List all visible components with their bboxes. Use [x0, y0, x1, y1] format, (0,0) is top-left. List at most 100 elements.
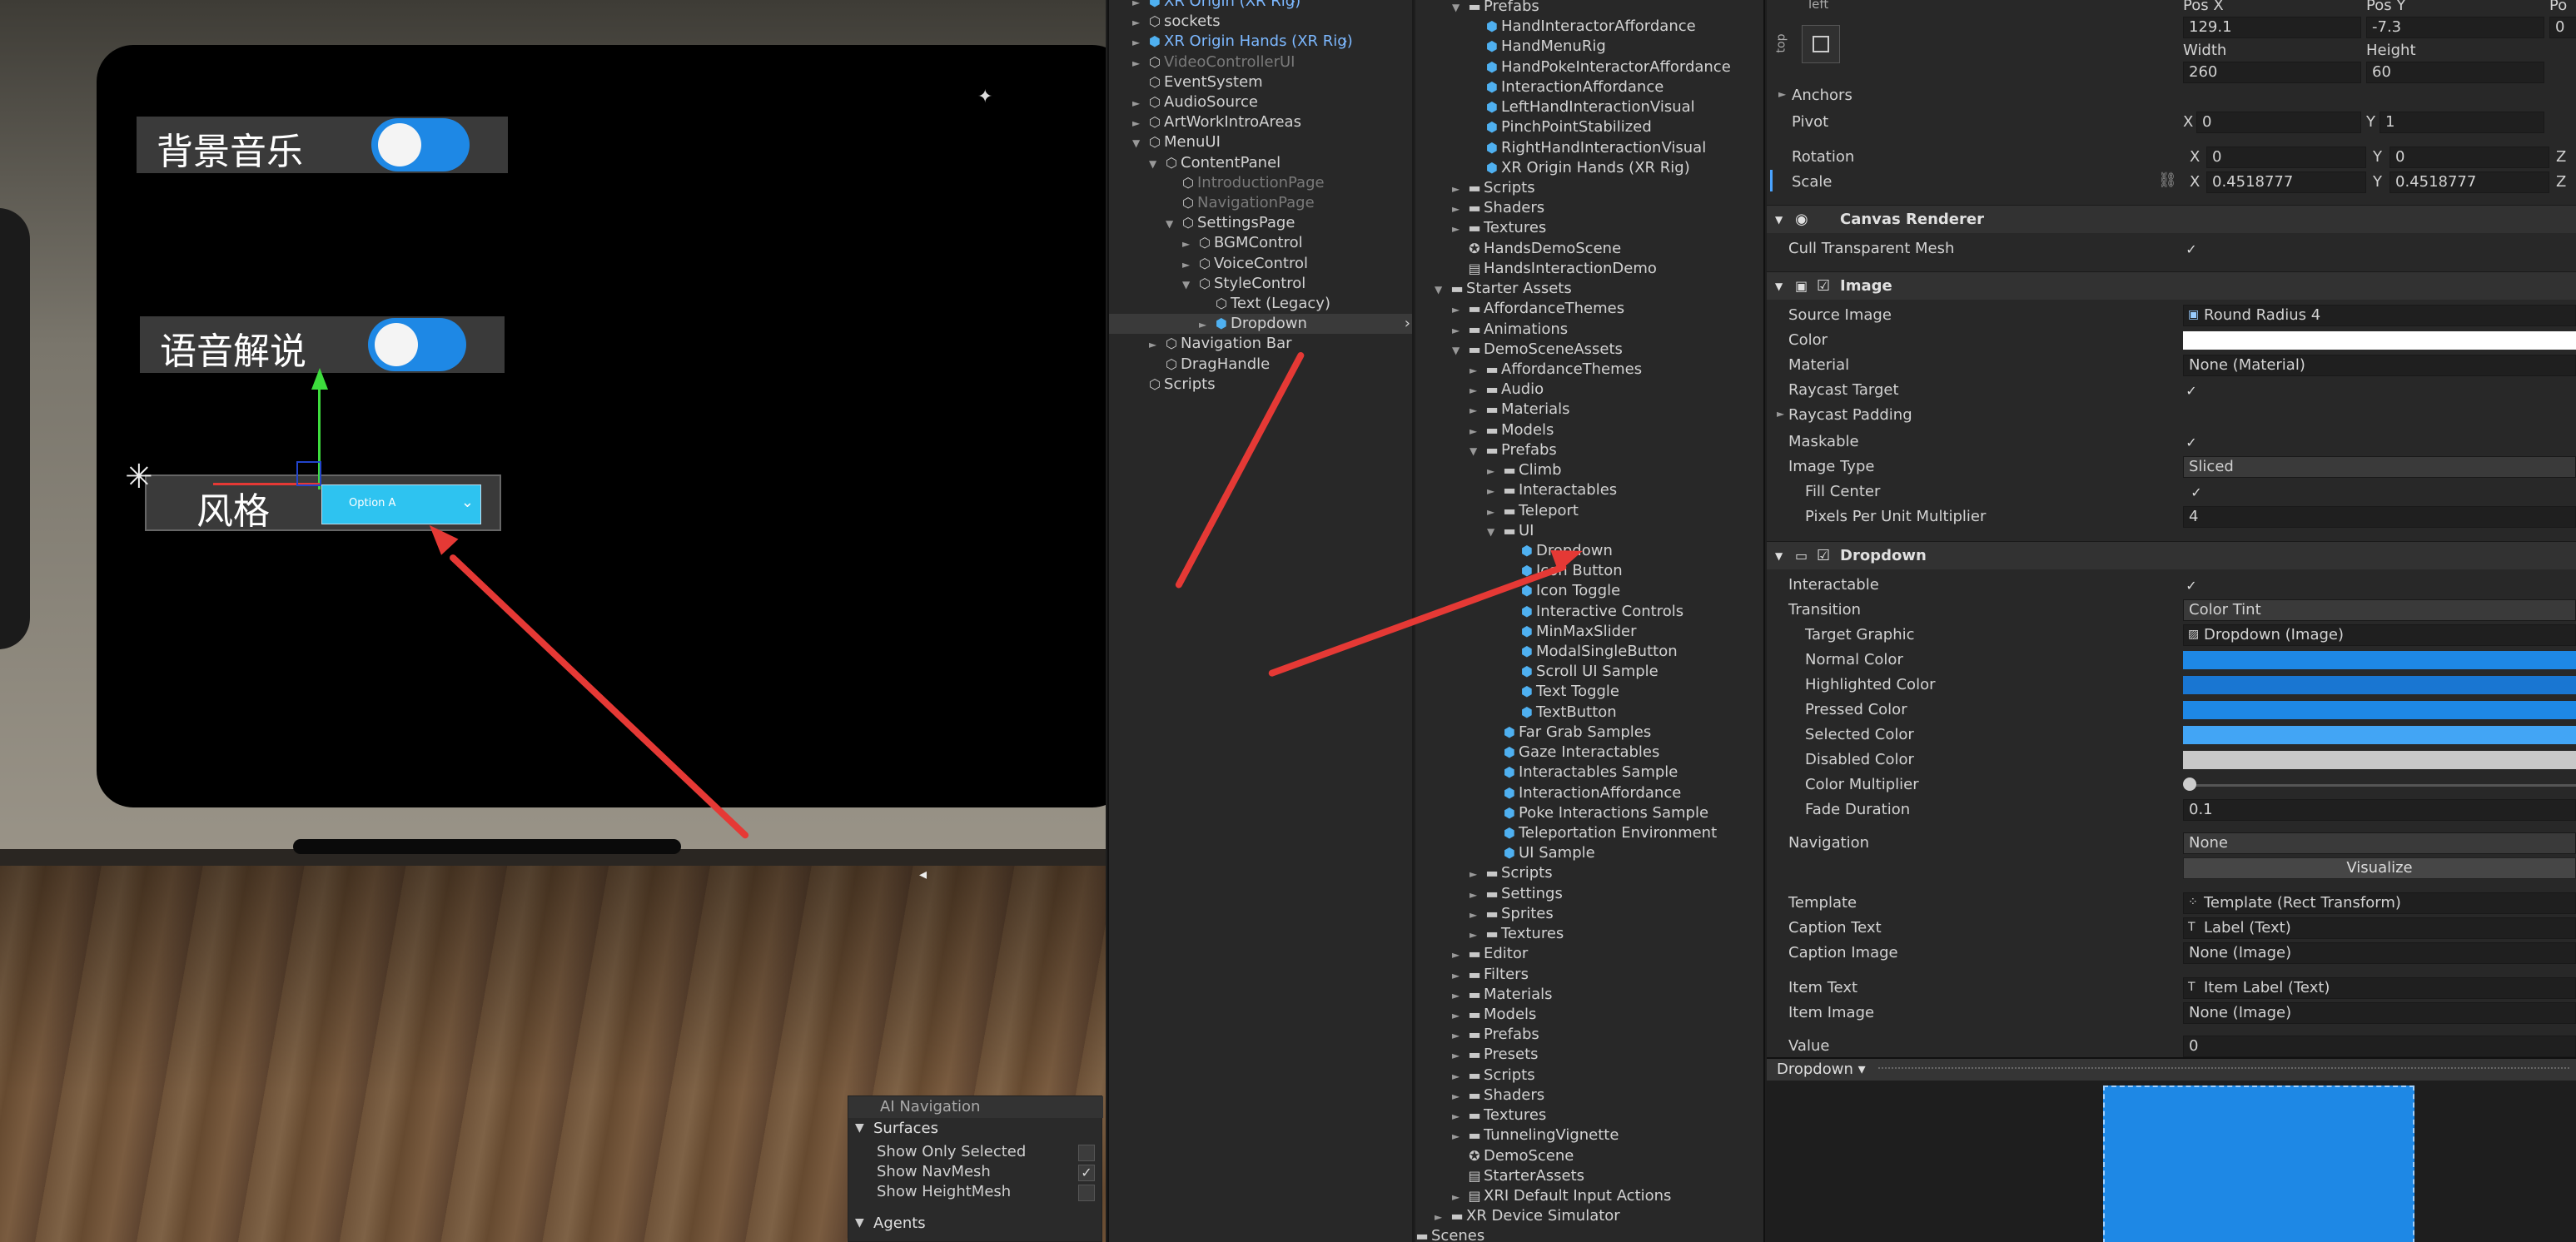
chevron-right-icon[interactable]: ► — [1487, 461, 1500, 481]
hierarchy-item[interactable]: ► ⬢ Dropdown › — [1109, 314, 1412, 335]
hierarchy-item[interactable]: ► ⬡ VideoControllerUI — [1132, 52, 1295, 72]
chevron-down-icon[interactable]: ▼ — [1452, 0, 1465, 17]
hierarchy-item[interactable]: ▼ ⬡ MenuUI — [1132, 132, 1221, 152]
hierarchy-item[interactable]: ► ⬢ XR Origin Hands (XR Rig) › — [1132, 32, 1353, 52]
source-image-field[interactable]: Round Radius 4 — [2183, 305, 2576, 326]
dropdown-header[interactable]: ▼ ▭ ☑ Dropdown — [1767, 541, 2576, 569]
project-item[interactable]: ▼ ▬ Prefabs — [1452, 0, 1539, 17]
preview-resize-handle[interactable] — [1878, 1067, 2569, 1072]
hierarchy-item[interactable]: ⬡ IntroductionPage — [1166, 173, 1325, 193]
project-item[interactable]: ► ▬ Scripts — [1452, 178, 1535, 198]
project-item[interactable]: ► ▬ Materials — [1452, 985, 1553, 1005]
hierarchy-item[interactable]: ► ⬢ XR Origin (XR Rig) › — [1132, 0, 1300, 12]
chevron-right-icon[interactable]: ► — [1452, 1006, 1465, 1026]
project-item[interactable]: ▼ ▬ DemoSceneAssets — [1452, 340, 1623, 360]
width-field[interactable]: 260 — [2183, 62, 2361, 83]
value-field[interactable]: 0 — [2183, 1036, 2576, 1057]
chevron-right-icon[interactable]: ► — [1777, 408, 1784, 420]
project-item[interactable]: ► ▬ Presets — [1452, 1045, 1539, 1065]
project-item[interactable]: ► ▬ Filters — [1452, 965, 1529, 985]
hierarchy-item[interactable]: ► ⬡ BGMControl — [1182, 233, 1303, 253]
hierarchy-item[interactable]: ► ⬡ VoiceControl — [1182, 254, 1308, 274]
chevron-down-icon[interactable]: ▼ — [1487, 522, 1500, 542]
highlighted-color-field[interactable] — [2183, 676, 2576, 694]
chevron-down-icon[interactable]: ▼ — [1470, 441, 1483, 461]
project-item[interactable]: ✪ DemoScene — [1452, 1146, 1574, 1166]
chevron-right-icon[interactable]: ► — [1470, 421, 1483, 441]
hierarchy-item[interactable]: ► ⬡ sockets — [1132, 12, 1221, 32]
board-drag-handle[interactable] — [293, 839, 681, 854]
chevron-down-icon[interactable]: ▼ — [1452, 340, 1465, 360]
interactable-checkbox[interactable]: ✓ — [2183, 578, 2200, 594]
project-item[interactable]: ► ▬ Models — [1452, 1005, 1536, 1025]
project-item[interactable]: ⬢ Gaze Interactables — [1487, 743, 1659, 763]
chevron-right-icon[interactable]: ► — [1452, 300, 1465, 320]
slider-handle[interactable] — [2183, 777, 2196, 791]
project-item[interactable]: ⬢ LeftHandInteractionVisual — [1470, 97, 1695, 117]
inspector-panel[interactable]: left top Pos X Pos Y Po 129.1 -7.3 0 Wid… — [1767, 0, 2576, 1057]
project-item[interactable]: ► ▬ AffordanceThemes — [1452, 299, 1624, 319]
project-item[interactable]: ► ▬ AffordanceThemes — [1470, 360, 1642, 380]
project-item[interactable]: ► ▬ Teleport — [1487, 501, 1579, 521]
chevron-down-icon[interactable]: ▼ — [1149, 154, 1162, 174]
project-panel[interactable]: ▼ ▬ Prefabs ⬢ HandInteractorAffordance ⬢ HandM… — [1415, 0, 1765, 1242]
hierarchy-item[interactable]: ⬡ EventSystem — [1132, 72, 1263, 92]
style-dropdown[interactable]: Option A ⌄ — [321, 484, 481, 524]
scale-y-field[interactable]: 0.4518777 — [2390, 171, 2549, 193]
show-heightmesh-checkbox[interactable] — [1078, 1185, 1095, 1201]
template-field[interactable]: Template (Rect Transform) — [2183, 892, 2576, 914]
gizmo-plane-handle[interactable] — [296, 461, 321, 486]
project-item[interactable]: ⬢ Text Toggle — [1504, 682, 1619, 702]
chevron-right-icon[interactable]: ► — [1778, 88, 1786, 100]
item-image-field[interactable]: None (Image) — [2183, 1002, 2576, 1024]
project-item[interactable]: ► ▬ Scripts — [1452, 1066, 1535, 1086]
disabled-color-field[interactable] — [2183, 751, 2576, 769]
link-icon[interactable]: ⛓ — [2158, 171, 2177, 189]
image-color-field[interactable] — [2183, 331, 2576, 350]
chevron-right-icon[interactable]: ► — [1470, 400, 1483, 420]
hierarchy-item[interactable]: ► ⬡ ArtWorkIntroAreas — [1132, 112, 1301, 132]
chevron-right-icon[interactable]: ► — [1132, 32, 1146, 52]
pos-z-field[interactable]: 0 — [2549, 17, 2576, 38]
project-item[interactable]: ► ▬ Shaders — [1452, 1086, 1544, 1105]
chevron-right-icon[interactable]: ► — [1470, 380, 1483, 400]
rotation-y-field[interactable]: 0 — [2390, 147, 2549, 168]
chevron-right-icon[interactable]: ► — [1452, 219, 1465, 239]
material-field[interactable]: None (Material) — [2183, 355, 2576, 376]
caption-text-field[interactable]: Label (Text) — [2183, 917, 2576, 939]
enabled-check[interactable]: ☑ — [1817, 272, 1830, 301]
chevron-right-icon[interactable]: ► — [1132, 0, 1146, 12]
project-item[interactable]: ► ▬ Audio — [1470, 380, 1544, 400]
pressed-color-field[interactable] — [2183, 701, 2576, 719]
chevron-right-icon[interactable]: ► — [1452, 1126, 1465, 1146]
project-item[interactable]: ► ▬ Prefabs — [1452, 1025, 1539, 1045]
preview-object-dropdown[interactable]: Dropdown ▾ — [1777, 1059, 1866, 1081]
color-multiplier-slider[interactable] — [2188, 784, 2576, 787]
hierarchy-panel[interactable]: ► ⬢ XR Origin (XR Rig) › ► ⬡ sockets ► ⬢ XR Orig… — [1107, 0, 1414, 1242]
project-item[interactable]: ► ▬ Settings — [1470, 884, 1563, 904]
fade-duration-field[interactable]: 0.1 — [2183, 799, 2576, 821]
chevron-right-icon[interactable]: ► — [1132, 93, 1146, 113]
project-item[interactable]: ▤ StarterAssets — [1452, 1166, 1584, 1186]
project-item[interactable]: ⬢ RightHandInteractionVisual — [1470, 138, 1706, 158]
canvas-renderer-header[interactable]: ▼ ◉ Canvas Renderer — [1767, 205, 2576, 233]
project-item[interactable]: ⬢ Scroll UI Sample — [1504, 662, 1658, 682]
hierarchy-item[interactable]: ▼ ⬡ StyleControl — [1182, 274, 1305, 294]
image-type-dropdown[interactable]: Sliced — [2183, 456, 2576, 478]
normal-color-field[interactable] — [2183, 651, 2576, 669]
project-item[interactable]: ▼ ▬ Prefabs — [1470, 440, 1557, 460]
project-item[interactable]: ⬢ Far Grab Samples — [1487, 723, 1651, 743]
project-item[interactable]: ⬢ Poke Interactions Sample — [1487, 803, 1708, 823]
chevron-right-icon[interactable]: ► — [1452, 1086, 1465, 1106]
project-item[interactable]: ⬢ TextButton — [1504, 703, 1617, 723]
raycast-target-checkbox[interactable]: ✓ — [2183, 383, 2200, 400]
chevron-down-icon[interactable]: ▼ — [1132, 133, 1146, 153]
chevron-right-icon[interactable]: ► — [1452, 1187, 1465, 1207]
chevron-right-icon[interactable]: ► — [1132, 113, 1146, 133]
hierarchy-item[interactable]: ▼ ⬡ SettingsPage — [1166, 213, 1295, 233]
project-item[interactable]: ► ▬ Shaders — [1452, 198, 1544, 218]
chevron-right-icon[interactable]: ► — [1470, 360, 1483, 380]
project-item[interactable]: ► ▬ Materials — [1470, 400, 1570, 420]
project-item[interactable]: ► ▬ Textures — [1452, 1105, 1546, 1125]
project-item[interactable]: ► ▬ Textures — [1470, 924, 1564, 944]
